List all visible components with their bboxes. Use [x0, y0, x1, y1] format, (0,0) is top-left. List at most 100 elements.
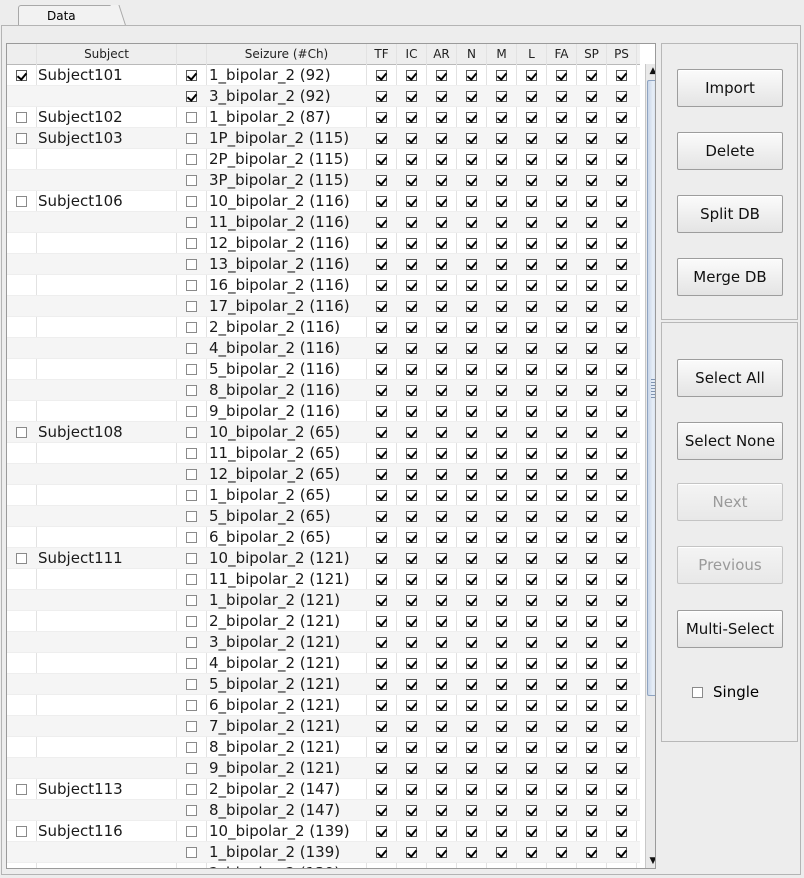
- l-checkbox[interactable]: [526, 217, 537, 228]
- column-header-tf[interactable]: TF: [367, 44, 397, 64]
- tf-checkbox[interactable]: [376, 406, 387, 417]
- seizure-checkbox[interactable]: [186, 406, 197, 417]
- subject-checkbox[interactable]: [16, 427, 27, 438]
- seizure-checkbox[interactable]: [186, 301, 197, 312]
- fa-checkbox[interactable]: [556, 721, 567, 732]
- table-row[interactable]: 4_bipolar_2 (121): [7, 653, 640, 674]
- table-row[interactable]: Subject102 1_bipolar_2 (87): [7, 107, 640, 128]
- n-checkbox[interactable]: [466, 826, 477, 837]
- m-checkbox[interactable]: [496, 595, 507, 606]
- n-checkbox[interactable]: [466, 742, 477, 753]
- ic-checkbox[interactable]: [406, 595, 417, 606]
- ps-checkbox[interactable]: [616, 91, 627, 102]
- ic-checkbox[interactable]: [406, 763, 417, 774]
- fa-checkbox[interactable]: [556, 154, 567, 165]
- l-checkbox[interactable]: [526, 238, 537, 249]
- column-header-seizure-select[interactable]: [177, 44, 207, 64]
- n-checkbox[interactable]: [466, 658, 477, 669]
- ar-checkbox[interactable]: [436, 637, 447, 648]
- l-checkbox[interactable]: [526, 700, 537, 711]
- fa-checkbox[interactable]: [556, 196, 567, 207]
- ar-checkbox[interactable]: [436, 826, 447, 837]
- l-checkbox[interactable]: [526, 637, 537, 648]
- ps-checkbox[interactable]: [616, 154, 627, 165]
- ps-checkbox[interactable]: [616, 574, 627, 585]
- m-checkbox[interactable]: [496, 469, 507, 480]
- ar-checkbox[interactable]: [436, 217, 447, 228]
- ar-checkbox[interactable]: [436, 448, 447, 459]
- fa-checkbox[interactable]: [556, 91, 567, 102]
- m-checkbox[interactable]: [496, 406, 507, 417]
- single-checkbox-box[interactable]: [692, 687, 703, 698]
- l-checkbox[interactable]: [526, 784, 537, 795]
- fa-checkbox[interactable]: [556, 343, 567, 354]
- sp-checkbox[interactable]: [586, 679, 597, 690]
- ar-checkbox[interactable]: [436, 469, 447, 480]
- table-row[interactable]: 11_bipolar_2 (65): [7, 443, 640, 464]
- l-checkbox[interactable]: [526, 679, 537, 690]
- n-checkbox[interactable]: [466, 679, 477, 690]
- fa-checkbox[interactable]: [556, 280, 567, 291]
- ic-checkbox[interactable]: [406, 637, 417, 648]
- ar-checkbox[interactable]: [436, 112, 447, 123]
- subject-checkbox[interactable]: [16, 196, 27, 207]
- seizure-checkbox[interactable]: [186, 574, 197, 585]
- m-checkbox[interactable]: [496, 868, 507, 869]
- fa-checkbox[interactable]: [556, 595, 567, 606]
- m-checkbox[interactable]: [496, 154, 507, 165]
- tf-checkbox[interactable]: [376, 595, 387, 606]
- sp-checkbox[interactable]: [586, 784, 597, 795]
- subject-checkbox[interactable]: [16, 784, 27, 795]
- sp-checkbox[interactable]: [586, 742, 597, 753]
- n-checkbox[interactable]: [466, 322, 477, 333]
- ar-checkbox[interactable]: [436, 679, 447, 690]
- ic-checkbox[interactable]: [406, 343, 417, 354]
- tf-checkbox[interactable]: [376, 763, 387, 774]
- sp-checkbox[interactable]: [586, 721, 597, 732]
- fa-checkbox[interactable]: [556, 70, 567, 81]
- fa-checkbox[interactable]: [556, 385, 567, 396]
- m-checkbox[interactable]: [496, 763, 507, 774]
- table-row[interactable]: Subject116 10_bipolar_2 (139): [7, 821, 640, 842]
- ps-checkbox[interactable]: [616, 868, 627, 869]
- fa-checkbox[interactable]: [556, 238, 567, 249]
- fa-checkbox[interactable]: [556, 679, 567, 690]
- ar-checkbox[interactable]: [436, 784, 447, 795]
- l-checkbox[interactable]: [526, 364, 537, 375]
- tf-checkbox[interactable]: [376, 448, 387, 459]
- ps-checkbox[interactable]: [616, 658, 627, 669]
- ps-checkbox[interactable]: [616, 343, 627, 354]
- ar-checkbox[interactable]: [436, 595, 447, 606]
- ps-checkbox[interactable]: [616, 175, 627, 186]
- ps-checkbox[interactable]: [616, 511, 627, 522]
- l-checkbox[interactable]: [526, 91, 537, 102]
- ar-checkbox[interactable]: [436, 238, 447, 249]
- sp-checkbox[interactable]: [586, 280, 597, 291]
- table-row[interactable]: 1_bipolar_2 (121): [7, 590, 640, 611]
- fa-checkbox[interactable]: [556, 364, 567, 375]
- l-checkbox[interactable]: [526, 469, 537, 480]
- sp-checkbox[interactable]: [586, 595, 597, 606]
- l-checkbox[interactable]: [526, 595, 537, 606]
- sp-checkbox[interactable]: [586, 805, 597, 816]
- tf-checkbox[interactable]: [376, 427, 387, 438]
- ps-checkbox[interactable]: [616, 721, 627, 732]
- m-checkbox[interactable]: [496, 91, 507, 102]
- m-checkbox[interactable]: [496, 112, 507, 123]
- column-header-subject[interactable]: Subject: [37, 44, 177, 64]
- fa-checkbox[interactable]: [556, 847, 567, 858]
- tf-checkbox[interactable]: [376, 490, 387, 501]
- seizure-checkbox[interactable]: [186, 553, 197, 564]
- m-checkbox[interactable]: [496, 448, 507, 459]
- tf-checkbox[interactable]: [376, 826, 387, 837]
- sp-checkbox[interactable]: [586, 322, 597, 333]
- ps-checkbox[interactable]: [616, 742, 627, 753]
- ic-checkbox[interactable]: [406, 511, 417, 522]
- ar-checkbox[interactable]: [436, 322, 447, 333]
- tf-checkbox[interactable]: [376, 742, 387, 753]
- table-row[interactable]: 11_bipolar_2 (121): [7, 569, 640, 590]
- l-checkbox[interactable]: [526, 280, 537, 291]
- m-checkbox[interactable]: [496, 679, 507, 690]
- n-checkbox[interactable]: [466, 553, 477, 564]
- n-checkbox[interactable]: [466, 385, 477, 396]
